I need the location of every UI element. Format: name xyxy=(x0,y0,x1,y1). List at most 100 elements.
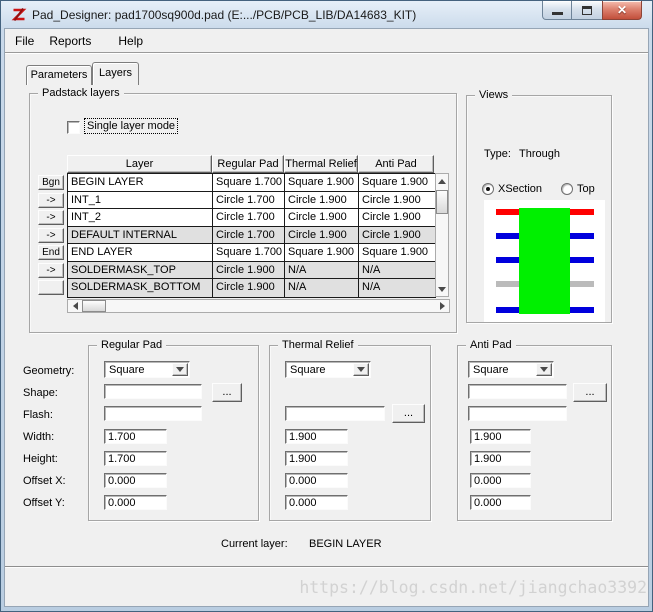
maximize-icon xyxy=(582,5,592,15)
client-area: File Reports Help Parameters Layers Pads… xyxy=(4,28,649,607)
scroll-down-icon[interactable] xyxy=(436,285,448,293)
cell-thermal-relief[interactable]: Circle 1.900 xyxy=(285,191,359,208)
thermal-relief-flash-browse-button[interactable]: ... xyxy=(392,404,425,423)
cell-anti-pad[interactable]: Circle 1.900 xyxy=(359,227,435,244)
scroll-right-icon[interactable] xyxy=(438,300,446,312)
row-button-arrow-1[interactable]: -> xyxy=(38,192,64,208)
regular-pad-shape-browse-button[interactable]: ... xyxy=(212,383,242,402)
thermal-relief-offset-y-input[interactable] xyxy=(285,495,348,510)
xsection-radio[interactable] xyxy=(482,183,494,195)
table-row-4[interactable]: END LAYER Square 1.700 Square 1.900 Squa… xyxy=(68,244,435,262)
cell-anti-pad[interactable]: Square 1.900 xyxy=(359,174,435,191)
column-header-layer[interactable]: Layer xyxy=(67,155,212,173)
single-layer-mode-checkbox[interactable] xyxy=(67,121,80,134)
cell-anti-pad[interactable]: N/A xyxy=(359,262,435,279)
row-button-end[interactable]: End xyxy=(38,245,64,260)
menu-file[interactable]: File xyxy=(11,32,38,50)
cell-anti-pad[interactable]: Circle 1.900 xyxy=(359,209,435,226)
cell-thermal-relief[interactable]: N/A xyxy=(285,261,359,278)
anti-pad-flash-input[interactable] xyxy=(468,406,567,421)
anti-pad-height-input[interactable] xyxy=(470,451,531,466)
cell-regular-pad[interactable]: Square 1.700 xyxy=(213,244,285,261)
top-radio[interactable] xyxy=(561,183,573,195)
cell-layer[interactable]: BEGIN LAYER xyxy=(68,174,213,191)
scroll-left-icon[interactable] xyxy=(71,300,79,312)
table-row-6[interactable]: SOLDERMASK_BOTTOM Circle 1.900 N/A N/A xyxy=(68,279,435,297)
minimize-button[interactable] xyxy=(542,1,572,20)
regular-pad-geometry-select[interactable]: Square xyxy=(104,361,190,378)
cell-thermal-relief[interactable]: Square 1.900 xyxy=(285,174,359,191)
cell-anti-pad[interactable]: N/A xyxy=(359,279,435,297)
cell-thermal-relief[interactable]: Circle 1.900 xyxy=(285,226,359,243)
chevron-down-icon[interactable] xyxy=(353,363,369,376)
tab-parameters[interactable]: Parameters xyxy=(26,65,92,85)
chevron-down-icon[interactable] xyxy=(536,363,552,376)
table-vertical-scrollbar[interactable] xyxy=(435,173,449,297)
cell-layer[interactable]: INT_1 xyxy=(68,191,213,208)
menu-help[interactable]: Help xyxy=(114,32,147,50)
cell-anti-pad[interactable]: Square 1.900 xyxy=(359,244,435,261)
padstack-layers-group: Padstack layers Single layer mode Bgn ->… xyxy=(29,87,457,333)
top-radio-label[interactable]: Top xyxy=(577,183,595,195)
table-row-5[interactable]: SOLDERMASK_TOP Circle 1.900 N/A N/A xyxy=(68,261,435,279)
row-button-blank[interactable] xyxy=(38,280,64,295)
anti-pad-geometry-select[interactable]: Square xyxy=(468,361,554,378)
menu-reports[interactable]: Reports xyxy=(45,32,95,50)
chevron-down-icon[interactable] xyxy=(172,363,188,376)
row-button-bgn[interactable]: Bgn xyxy=(38,175,64,190)
anti-pad-offset-y-input[interactable] xyxy=(470,495,531,510)
cell-regular-pad[interactable]: Circle 1.700 xyxy=(213,209,285,226)
cell-regular-pad[interactable]: Circle 1.700 xyxy=(213,226,285,243)
thermal-relief-offset-x-input[interactable] xyxy=(285,473,348,488)
xsection-radio-label[interactable]: XSection xyxy=(498,183,542,195)
anti-pad-width-input[interactable] xyxy=(470,429,531,444)
tab-layers[interactable]: Layers xyxy=(92,62,139,85)
cell-thermal-relief[interactable]: Square 1.900 xyxy=(285,244,359,261)
close-button[interactable]: ✕ xyxy=(602,1,642,20)
maximize-button[interactable] xyxy=(572,1,602,20)
table-row-3[interactable]: DEFAULT INTERNAL Circle 1.700 Circle 1.9… xyxy=(68,226,435,244)
width-label: Width: xyxy=(23,431,55,443)
column-header-anti-pad[interactable]: Anti Pad xyxy=(358,155,434,173)
cell-regular-pad[interactable]: Circle 1.700 xyxy=(213,191,285,208)
table-row-0[interactable]: BEGIN LAYER Square 1.700 Square 1.900 Sq… xyxy=(68,174,435,192)
regular-pad-height-input[interactable] xyxy=(104,451,167,466)
anti-pad-shape-browse-button[interactable]: ... xyxy=(573,383,607,402)
single-layer-mode-label[interactable]: Single layer mode xyxy=(83,118,179,134)
title-bar[interactable]: Pad_Designer: pad1700sq900d.pad (E:.../P… xyxy=(4,1,649,28)
regular-pad-flash-input[interactable] xyxy=(104,406,202,421)
thermal-relief-geometry-select[interactable]: Square xyxy=(285,361,371,378)
vertical-scroll-thumb[interactable] xyxy=(436,190,448,214)
regular-pad-offset-x-input[interactable] xyxy=(104,473,167,488)
anti-pad-shape-input[interactable] xyxy=(468,384,567,399)
cell-thermal-relief[interactable]: N/A xyxy=(285,279,359,297)
regular-pad-offset-y-input[interactable] xyxy=(104,495,167,510)
cell-regular-pad[interactable]: Square 1.700 xyxy=(213,174,285,191)
table-row-2[interactable]: INT_2 Circle 1.700 Circle 1.900 Circle 1… xyxy=(68,209,435,227)
cell-layer[interactable]: INT_2 xyxy=(68,209,213,226)
row-button-arrow-3[interactable]: -> xyxy=(38,227,64,243)
column-header-regular-pad[interactable]: Regular Pad xyxy=(212,155,284,173)
cell-regular-pad[interactable]: Circle 1.900 xyxy=(213,261,285,278)
anti-pad-group: Anti Pad Square ... xyxy=(457,339,612,521)
cell-layer[interactable]: END LAYER xyxy=(68,244,213,261)
column-header-thermal-relief[interactable]: Thermal Relief xyxy=(284,155,358,173)
cell-anti-pad[interactable]: Circle 1.900 xyxy=(359,192,435,209)
thermal-relief-height-input[interactable] xyxy=(285,451,348,466)
thermal-relief-width-input[interactable] xyxy=(285,429,348,444)
anti-pad-offset-x-input[interactable] xyxy=(470,473,531,488)
regular-pad-width-input[interactable] xyxy=(104,429,167,444)
thermal-relief-flash-input[interactable] xyxy=(285,406,385,421)
row-button-arrow-5[interactable]: -> xyxy=(38,262,64,278)
cell-layer[interactable]: SOLDERMASK_TOP xyxy=(68,261,213,278)
cell-layer[interactable]: SOLDERMASK_BOTTOM xyxy=(68,279,213,297)
cell-regular-pad[interactable]: Circle 1.900 xyxy=(213,279,285,297)
regular-pad-shape-input[interactable] xyxy=(104,384,202,399)
table-horizontal-scrollbar[interactable] xyxy=(67,299,450,313)
row-button-arrow-2[interactable]: -> xyxy=(38,210,64,225)
horizontal-scroll-thumb[interactable] xyxy=(82,300,106,312)
table-row-1[interactable]: INT_1 Circle 1.700 Circle 1.900 Circle 1… xyxy=(68,191,435,209)
scroll-up-icon[interactable] xyxy=(436,177,448,185)
cell-layer[interactable]: DEFAULT INTERNAL xyxy=(68,226,213,243)
cell-thermal-relief[interactable]: Circle 1.900 xyxy=(285,209,359,226)
